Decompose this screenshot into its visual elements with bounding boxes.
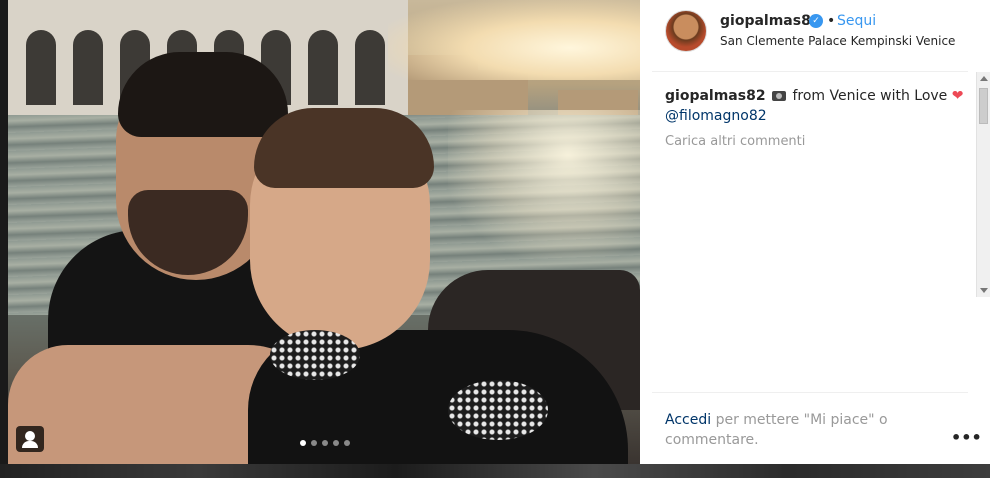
more-options-icon[interactable]: ••• <box>951 428 982 447</box>
divider <box>652 392 968 393</box>
divider <box>652 71 968 72</box>
camera-icon <box>772 91 787 101</box>
carousel-dot <box>311 440 317 446</box>
mention-link[interactable]: @filomagno82 <box>665 108 767 124</box>
carousel-dot <box>344 440 350 446</box>
tagged-people-icon[interactable] <box>16 426 44 452</box>
heart-icon: ❤ <box>951 88 964 104</box>
caption-author-link[interactable]: giopalmas82 <box>665 88 766 104</box>
scrollbar-thumb[interactable] <box>979 88 988 124</box>
scroll-up-icon[interactable] <box>980 76 988 81</box>
carousel-indicator <box>300 440 350 446</box>
comments-scrollbar[interactable] <box>976 72 990 297</box>
follow-separator: • <box>827 13 836 29</box>
post-photo[interactable] <box>8 0 640 464</box>
load-more-comments-button[interactable]: Carica altri commenti <box>665 134 805 149</box>
username-link[interactable]: giopalmas82 <box>720 13 821 29</box>
scroll-down-icon[interactable] <box>980 288 988 293</box>
follow-button[interactable]: Sequi <box>837 13 876 29</box>
post-side-panel: giopalmas82 ✓ • Sequi San Clemente Palac… <box>640 0 990 464</box>
location-link[interactable]: San Clemente Palace Kempinski Venice <box>720 34 955 48</box>
caption: giopalmas82 from Venice with Love ❤ @fil… <box>665 86 965 126</box>
background-thumbnails <box>0 464 990 478</box>
feather-detail <box>270 330 360 380</box>
carousel-dot <box>300 440 306 446</box>
caption-text: from Venice with Love <box>792 88 948 104</box>
post-header: giopalmas82 ✓ • Sequi San Clemente Palac… <box>640 0 990 70</box>
login-prompt: Accedi per mettere "Mi piace" o commenta… <box>665 410 905 450</box>
carousel-dot <box>333 440 339 446</box>
post-viewer: giopalmas82 ✓ • Sequi San Clemente Palac… <box>0 0 990 478</box>
carousel-dot <box>322 440 328 446</box>
avatar[interactable] <box>665 10 707 52</box>
verified-badge-icon: ✓ <box>809 14 823 28</box>
login-link[interactable]: Accedi <box>665 412 711 428</box>
feather-detail <box>448 380 548 440</box>
